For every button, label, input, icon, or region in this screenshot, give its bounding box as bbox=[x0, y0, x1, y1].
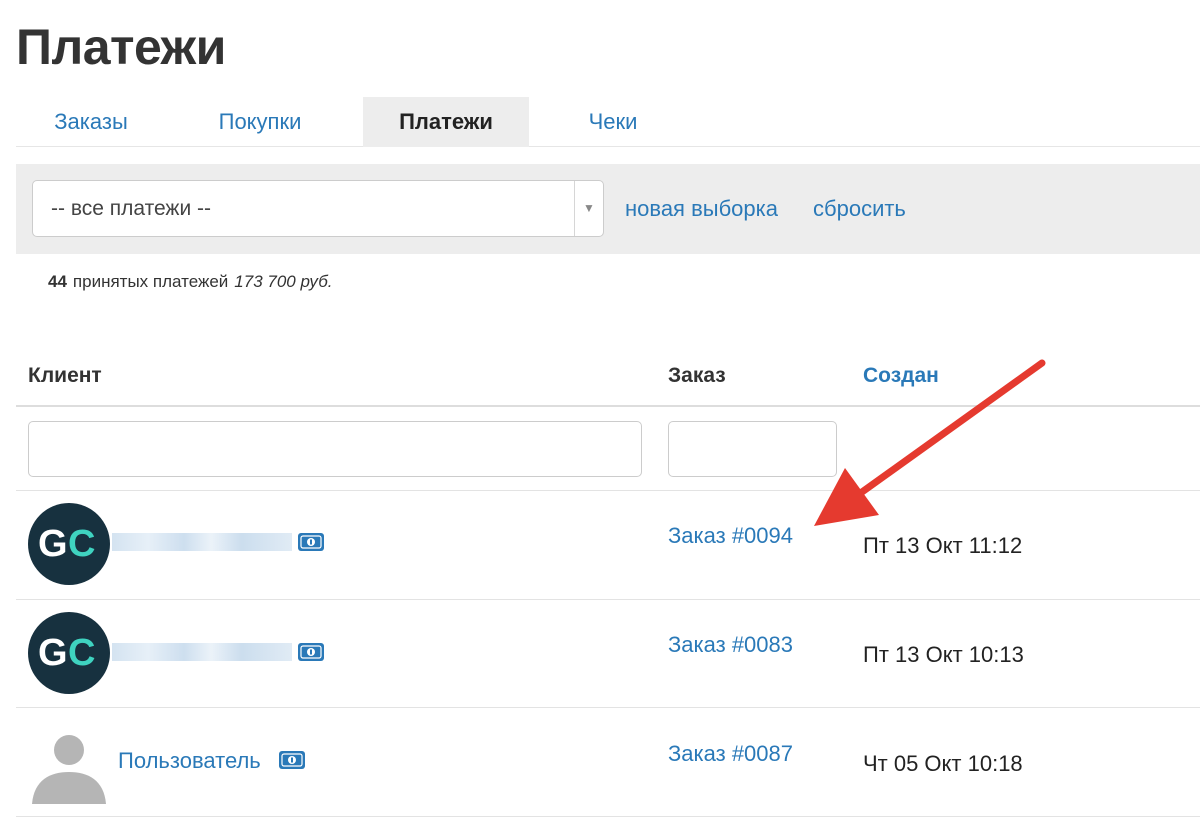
client-name-link[interactable]: Пользователь bbox=[118, 748, 261, 774]
client-name-redacted[interactable] bbox=[112, 533, 292, 551]
money-icon bbox=[298, 643, 324, 661]
logo-letter: G bbox=[38, 523, 68, 565]
column-header-client: Клиент bbox=[28, 364, 102, 387]
created-date: Пт 13 Окт 10:13 bbox=[863, 642, 1024, 667]
tab-orders[interactable]: Заказы bbox=[16, 97, 166, 147]
payments-label: принятых платежей bbox=[72, 272, 229, 291]
page-title: Платежи bbox=[16, 19, 226, 75]
tab-payments[interactable]: Платежи bbox=[363, 97, 529, 147]
logo-letter: C bbox=[68, 523, 96, 565]
money-icon bbox=[298, 533, 324, 551]
column-header-order: Заказ bbox=[668, 364, 726, 387]
payments-total: 173 700 руб. bbox=[234, 272, 333, 291]
created-date: Пт 13 Окт 11:12 bbox=[863, 533, 1023, 558]
chevron-down-icon[interactable]: ▼ bbox=[575, 181, 603, 236]
client-name-redacted[interactable] bbox=[112, 643, 292, 661]
order-filter-input[interactable] bbox=[668, 421, 837, 477]
created-date: Чт 05 Окт 10:18 bbox=[863, 751, 1023, 776]
avatar-gc-logo[interactable]: G C bbox=[28, 612, 110, 694]
payment-filter-select[interactable]: -- все платежи -- ▼ bbox=[32, 180, 604, 237]
payments-count: 44 bbox=[48, 272, 67, 291]
tab-purchases[interactable]: Покупки bbox=[184, 97, 336, 147]
row-divider bbox=[16, 707, 1200, 708]
order-link[interactable]: Заказ #0083 bbox=[668, 632, 793, 658]
filter-bar: -- все платежи -- ▼ новая выборка сброси… bbox=[16, 164, 1200, 254]
reset-link[interactable]: сбросить bbox=[813, 164, 906, 254]
client-filter-input[interactable] bbox=[28, 421, 642, 477]
row-divider bbox=[16, 816, 1200, 817]
row-divider bbox=[16, 599, 1200, 600]
tab-bar: Заказы Покупки Платежи Чеки bbox=[16, 97, 1200, 147]
avatar-gc-logo[interactable]: G C bbox=[28, 503, 110, 585]
payments-summary: 44 принятых платежей 173 700 руб. bbox=[48, 272, 333, 292]
money-icon bbox=[279, 751, 305, 769]
user-silhouette-icon[interactable] bbox=[28, 722, 110, 804]
order-link[interactable]: Заказ #0087 bbox=[668, 741, 793, 767]
order-link[interactable]: Заказ #0094 bbox=[668, 523, 793, 549]
logo-letter: G bbox=[38, 632, 68, 674]
tab-receipts[interactable]: Чеки bbox=[546, 97, 680, 147]
column-header-created[interactable]: Создан bbox=[863, 364, 939, 388]
select-value: -- все платежи -- bbox=[51, 197, 212, 220]
new-selection-link[interactable]: новая выборка bbox=[625, 164, 778, 254]
row-divider bbox=[16, 490, 1200, 491]
logo-letter: C bbox=[68, 632, 96, 674]
header-divider bbox=[16, 405, 1200, 407]
